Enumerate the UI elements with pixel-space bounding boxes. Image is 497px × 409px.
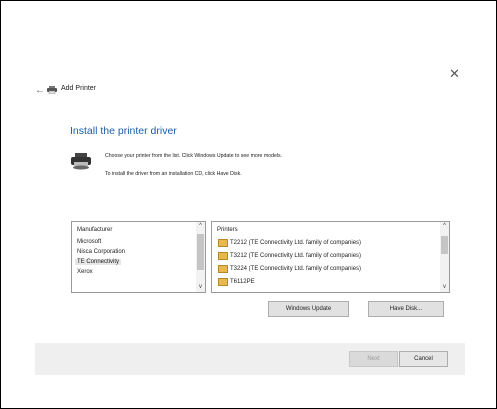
screenshot-frame: ✕ ← Add Printer Install the printer driv… (0, 0, 497, 409)
description-cd-text: To install the driver from an installati… (105, 171, 242, 177)
manufacturer-header: Manufacturer (77, 227, 113, 233)
list-item[interactable]: Microsoft (77, 239, 101, 245)
scroll-down-icon[interactable]: v (196, 283, 205, 292)
manufacturer-scrollbar[interactable]: ^ v (196, 222, 205, 292)
scroll-down-icon[interactable]: v (440, 283, 449, 292)
printer-item-icon (218, 265, 228, 273)
list-item-selected[interactable]: TE Connectivity (75, 259, 122, 265)
printer-item-icon (218, 252, 228, 260)
printer-item-icon (218, 239, 228, 247)
scroll-up-icon[interactable]: ^ (440, 222, 449, 231)
list-item[interactable]: Nisca Corporation (77, 249, 125, 255)
printer-label: T6112PE (230, 279, 255, 285)
scroll-thumb[interactable] (441, 236, 448, 254)
printers-header: Printers (217, 227, 238, 233)
printers-list[interactable]: Printers T2212 (TE Connectivity Ltd. fam… (211, 221, 450, 293)
scroll-thumb[interactable] (197, 234, 204, 270)
printer-cd-icon (71, 153, 91, 170)
have-disk-button[interactable]: Have Disk... (368, 301, 444, 317)
list-item[interactable]: Xerox (77, 269, 93, 275)
printer-label: T3212 (TE Connectivity Ltd. family of co… (230, 253, 362, 259)
description-text: Choose your printer from the list. Click… (105, 153, 283, 159)
cancel-button[interactable]: Cancel (399, 351, 448, 367)
printers-scrollbar[interactable]: ^ v (440, 222, 449, 292)
list-item[interactable]: T3224 (TE Connectivity Ltd. family of co… (218, 265, 361, 273)
printer-icon (47, 86, 57, 94)
dialog-title: Add Printer (61, 85, 97, 92)
next-button[interactable]: Next (349, 351, 398, 367)
list-item[interactable]: T3212 (TE Connectivity Ltd. family of co… (218, 252, 361, 260)
printer-item-icon (218, 278, 228, 286)
printer-label: T3224 (TE Connectivity Ltd. family of co… (230, 266, 362, 272)
list-item[interactable]: T2212 (TE Connectivity Ltd. family of co… (218, 239, 361, 247)
scroll-up-icon[interactable]: ^ (196, 222, 205, 231)
close-icon[interactable]: ✕ (449, 67, 460, 81)
back-arrow-icon[interactable]: ← (35, 85, 45, 96)
printer-label: T2212 (TE Connectivity Ltd. family of co… (230, 240, 362, 246)
add-printer-dialog: ✕ ← Add Printer Install the printer driv… (35, 67, 465, 375)
page-heading: Install the printer driver (70, 125, 177, 137)
manufacturer-list[interactable]: Manufacturer Microsoft Nisca Corporation… (71, 221, 206, 293)
list-item[interactable]: T6112PE (218, 278, 255, 286)
windows-update-button[interactable]: Windows Update (268, 301, 349, 317)
